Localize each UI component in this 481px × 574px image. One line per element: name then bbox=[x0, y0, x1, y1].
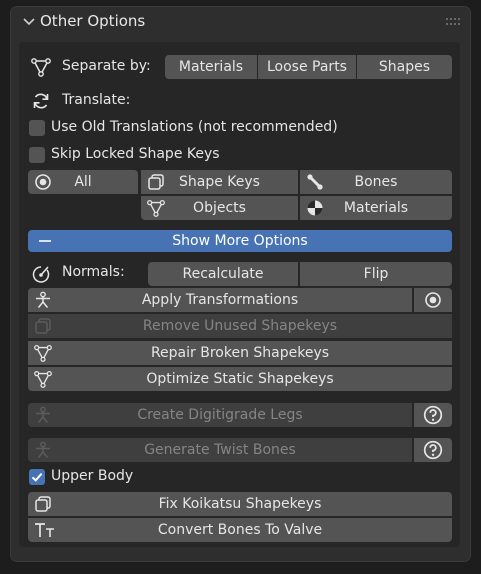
translate-shape-keys-button[interactable]: Shape Keys bbox=[141, 170, 298, 194]
text-tt-icon bbox=[34, 521, 56, 539]
optimize-static-shapekeys-label: Optimize Static Shapekeys bbox=[146, 371, 334, 387]
apply-transformations-button[interactable]: Apply Transformations bbox=[28, 288, 412, 312]
separate-materials-button[interactable]: Materials bbox=[165, 55, 257, 79]
mesh-vertex-icon bbox=[34, 370, 52, 388]
apply-transformations-label: Apply Transformations bbox=[141, 292, 299, 308]
optimize-static-shapekeys-button[interactable]: Optimize Static Shapekeys bbox=[28, 367, 452, 391]
flip-normals-button[interactable]: Flip bbox=[300, 262, 452, 286]
use-old-translations-label[interactable]: Use Old Translations (not recommended) bbox=[51, 119, 338, 135]
radio-target-icon bbox=[424, 291, 442, 309]
shape-keys-icon bbox=[34, 495, 52, 513]
separate-loose-parts-button[interactable]: Loose Parts bbox=[258, 55, 356, 79]
translate-materials-button[interactable]: Materials bbox=[300, 196, 452, 220]
generate-twist-bones-label: Generate Twist Bones bbox=[144, 442, 296, 458]
apply-transformations-option-button[interactable] bbox=[414, 288, 452, 312]
convert-bones-to-valve-label: Convert Bones To Valve bbox=[157, 522, 323, 538]
fix-koikatsu-shapekeys-button[interactable]: Fix Koikatsu Shapekeys bbox=[28, 492, 452, 516]
generate-twist-bones-button[interactable]: Generate Twist Bones bbox=[28, 438, 412, 462]
separate-shapes-button[interactable]: Shapes bbox=[357, 55, 452, 79]
twist-bones-help-button[interactable] bbox=[414, 438, 452, 462]
panel-title: Other Options bbox=[40, 12, 146, 30]
show-more-options-button[interactable]: Show More Options bbox=[28, 230, 452, 252]
translate-objects-label: Objects bbox=[193, 200, 246, 216]
upper-body-checkbox[interactable] bbox=[29, 469, 45, 485]
armature-icon bbox=[34, 291, 52, 309]
shape-keys-icon bbox=[34, 317, 52, 335]
fix-koikatsu-shapekeys-label: Fix Koikatsu Shapekeys bbox=[158, 496, 322, 512]
translate-bones-label: Bones bbox=[354, 174, 398, 190]
separate-by-label: Separate by: bbox=[62, 58, 151, 74]
translate-materials-label: Materials bbox=[343, 200, 409, 216]
create-digitigrade-legs-label: Create Digitigrade Legs bbox=[137, 407, 303, 423]
shape-keys-icon bbox=[147, 173, 165, 191]
translate-label: Translate: bbox=[62, 92, 131, 108]
translate-objects-button[interactable]: Objects bbox=[141, 196, 298, 220]
mesh-vertex-icon bbox=[34, 344, 52, 362]
translate-bones-button[interactable]: Bones bbox=[300, 170, 452, 194]
repair-broken-shapekeys-label: Repair Broken Shapekeys bbox=[150, 345, 330, 361]
convert-bones-to-valve-button[interactable]: Convert Bones To Valve bbox=[28, 518, 452, 542]
skip-locked-shape-keys-label[interactable]: Skip Locked Shape Keys bbox=[51, 146, 220, 162]
normals-label: Normals: bbox=[62, 264, 125, 280]
repair-broken-shapekeys-button[interactable]: Repair Broken Shapekeys bbox=[28, 341, 452, 365]
radio-target-icon bbox=[34, 173, 52, 191]
bone-icon bbox=[306, 173, 324, 191]
translate-all-label: All bbox=[74, 174, 92, 190]
create-digitigrade-legs-button[interactable]: Create Digitigrade Legs bbox=[28, 403, 412, 427]
refresh-icon bbox=[31, 91, 51, 111]
material-sphere-icon bbox=[306, 199, 324, 217]
panel-header[interactable]: Other Options bbox=[11, 7, 470, 37]
upper-body-label[interactable]: Upper Body bbox=[51, 468, 133, 484]
translate-all-button[interactable]: All bbox=[28, 170, 138, 194]
armature-icon bbox=[34, 406, 52, 424]
mesh-vertex-icon bbox=[31, 57, 51, 77]
digitigrade-help-button[interactable] bbox=[414, 403, 452, 427]
help-question-icon bbox=[423, 440, 443, 460]
chevron-down-icon[interactable] bbox=[22, 15, 36, 29]
armature-icon bbox=[34, 441, 52, 459]
use-old-translations-checkbox[interactable] bbox=[29, 120, 45, 136]
drag-grip-icon[interactable] bbox=[446, 17, 460, 27]
normals-icon bbox=[31, 264, 51, 284]
skip-locked-shape-keys-checkbox[interactable] bbox=[29, 147, 45, 163]
remove-unused-shapekeys-label: Remove Unused Shapekeys bbox=[142, 318, 338, 334]
checkmark-icon bbox=[29, 469, 45, 485]
show-more-options-label: Show More Options bbox=[172, 233, 308, 249]
help-question-icon bbox=[423, 405, 443, 425]
translate-shape-keys-label: Shape Keys bbox=[179, 174, 260, 190]
mesh-vertex-icon bbox=[147, 199, 165, 217]
remove-unused-shapekeys-button[interactable]: Remove Unused Shapekeys bbox=[28, 314, 452, 338]
recalculate-normals-button[interactable]: Recalculate bbox=[148, 262, 298, 286]
minus-icon bbox=[36, 232, 54, 250]
